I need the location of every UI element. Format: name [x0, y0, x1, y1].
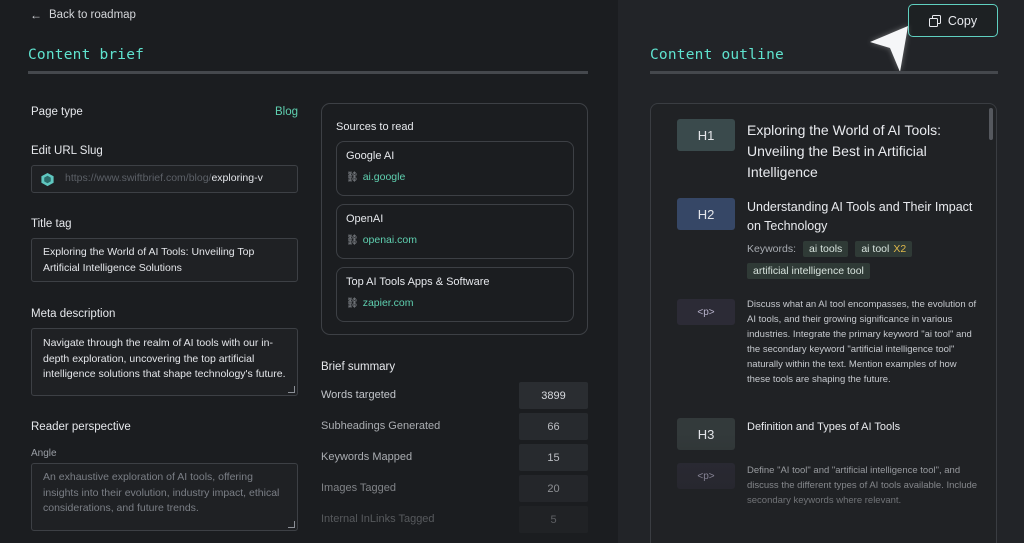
meta-description-label: Meta description [31, 308, 116, 320]
summary-value: 15 [519, 444, 588, 471]
keywords-row: Keywords: ai tools ai tool X2 artificial … [747, 241, 987, 279]
heading-tag-h3: H3 [677, 418, 735, 450]
link-icon: ⛓ [346, 234, 359, 246]
url-slug-input[interactable]: https://www.swiftbrief.com/blog/explorin… [31, 165, 298, 193]
source-card[interactable]: Google AI ⛓ ai.google [336, 141, 574, 196]
source-card[interactable]: OpenAI ⛓ openai.com [336, 204, 574, 259]
meta-description-text: Navigate through the realm of AI tools w… [43, 337, 286, 380]
hexagon-logo-icon [41, 172, 54, 186]
source-url[interactable]: zapier.com [363, 297, 414, 309]
title-tag-label: Title tag [31, 218, 72, 230]
angle-text: An exhaustive exploration of AI tools, o… [43, 471, 280, 514]
reader-perspective-label: Reader perspective [31, 421, 131, 433]
slug-label: Edit URL Slug [31, 145, 103, 157]
page-type-value[interactable]: Blog [275, 106, 298, 118]
slug-value: exploring-v [211, 172, 263, 185]
summary-label: Internal InLinks Tagged [321, 513, 435, 525]
back-to-roadmap-link[interactable]: ← Back to roadmap [30, 8, 136, 22]
summary-value: 20 [519, 475, 588, 502]
content-outline-title: Content outline [650, 47, 784, 63]
content-brief-title: Content brief [28, 47, 145, 63]
summary-value: 66 [519, 413, 588, 440]
summary-label: Keywords Mapped [321, 451, 413, 463]
angle-label: Angle [31, 448, 57, 459]
outline-h3-text[interactable]: Definition and Types of AI Tools [747, 419, 979, 435]
summary-row: Keywords Mapped 15 [321, 444, 588, 471]
page-type-label: Page type [31, 106, 83, 118]
keyword-multiplier: X2 [893, 243, 907, 255]
sources-heading: Sources to read [336, 121, 414, 133]
outline-paragraph-text[interactable]: Discuss what an AI tool encompasses, the… [747, 297, 979, 387]
link-icon: ⛓ [346, 297, 359, 309]
title-tag-input[interactable]: Exploring the World of AI Tools: Unveili… [31, 238, 298, 282]
summary-row: Subheadings Generated 66 [321, 413, 588, 440]
outline-h2-text[interactable]: Understanding AI Tools and Their Impact … [747, 198, 979, 236]
summary-label: Subheadings Generated [321, 420, 441, 432]
keyword-chip: ai tool X2 [855, 241, 913, 257]
summary-row: Images Tagged 20 [321, 475, 588, 502]
keyword-chip: ai tools [803, 241, 849, 257]
slug-base-url: https://www.swiftbrief.com/blog/ [65, 172, 212, 185]
paragraph-tag: <p> [677, 299, 735, 325]
source-name: Google AI [346, 150, 395, 162]
source-name: OpenAI [346, 213, 384, 225]
source-url[interactable]: openai.com [363, 234, 417, 246]
source-name: Top AI Tools Apps & Software [346, 276, 490, 288]
outline-scrollbar[interactable] [989, 108, 993, 140]
angle-textarea[interactable]: An exhaustive exploration of AI tools, o… [31, 463, 298, 531]
source-card[interactable]: Top AI Tools Apps & Software ⛓ zapier.com [336, 267, 574, 322]
app-root: ← Back to roadmap Content brief Page typ… [0, 0, 1024, 543]
outline-list[interactable]: H1 Exploring the World of AI Tools: Unve… [650, 103, 997, 543]
summary-value: 5 [519, 506, 588, 533]
summary-value: 3899 [519, 382, 588, 409]
content-brief-panel: ← Back to roadmap Content brief Page typ… [0, 0, 618, 543]
resize-handle-icon[interactable] [288, 521, 295, 528]
link-icon: ⛓ [346, 171, 359, 183]
keywords-label: Keywords: [747, 243, 797, 255]
copy-label: Copy [947, 13, 978, 28]
content-outline-divider [650, 71, 998, 74]
summary-row: Internal InLinks Tagged 5 [321, 506, 588, 533]
source-url[interactable]: ai.google [363, 171, 406, 183]
back-label: Back to roadmap [49, 9, 136, 21]
paragraph-tag: <p> [677, 463, 735, 489]
sources-panel: Sources to read Google AI ⛓ ai.google Ope… [321, 103, 588, 335]
heading-tag-h1: H1 [677, 119, 735, 151]
summary-label: Words targeted [321, 389, 397, 401]
arrow-left-icon: ← [30, 8, 42, 22]
keyword-chip: artificial intelligence tool [747, 263, 870, 279]
outline-h1-text[interactable]: Exploring the World of AI Tools: Unveili… [747, 120, 979, 183]
copy-icon [928, 14, 941, 27]
outline-paragraph-text[interactable]: Define "AI tool" and "artificial intelli… [747, 463, 979, 508]
meta-description-textarea[interactable]: Navigate through the realm of AI tools w… [31, 328, 298, 396]
content-brief-divider [28, 71, 588, 74]
heading-tag-h2: H2 [677, 198, 735, 230]
brief-summary-title: Brief summary [321, 361, 396, 373]
summary-row: Words targeted 3899 [321, 382, 588, 409]
summary-label: Images Tagged [321, 482, 397, 494]
resize-handle-icon[interactable] [288, 386, 295, 393]
